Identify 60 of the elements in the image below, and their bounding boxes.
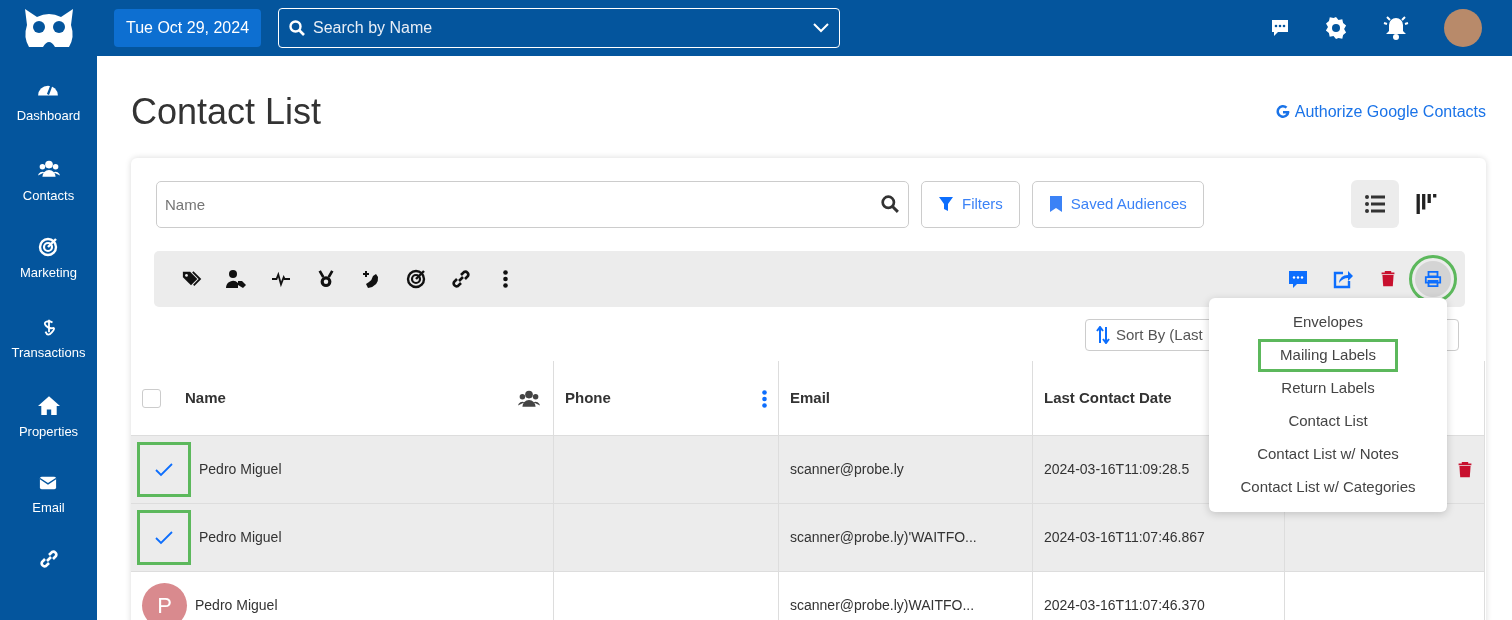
table-cell: 2024-03-16T11:07:46.370 [1033,572,1285,620]
medal-icon [316,269,335,289]
row-checkbox[interactable] [137,442,191,497]
target-icon [38,237,59,257]
more-icon [762,389,767,408]
search-icon [881,194,899,213]
pulse-icon [269,270,292,288]
g-logo-icon [1274,104,1291,120]
sidebar-item[interactable]: Properties [18,394,79,442]
date-button[interactable]: Tue Oct 29, 2024 [114,9,262,47]
table-cell: scanner@probe.ly)'WAITFO... [779,504,1033,572]
table-cell: scanner@probe.ly [779,436,1033,504]
saved-audiences-button[interactable]: Saved Audiences [1031,180,1204,228]
print-menu-item[interactable]: Envelopes [1270,306,1386,339]
sidebar-item[interactable]: Dashboard [16,78,81,126]
house-icon [36,394,61,416]
search-icon [289,20,306,36]
view-toggle-button[interactable] [1351,180,1399,228]
list-view-icon [1364,194,1386,214]
column-header: Phone [565,387,611,408]
column-header: Name [185,387,226,408]
sort-icon [1096,326,1110,344]
sidebar-item[interactable]: Marketing [19,237,78,283]
settings-icon[interactable] [1324,16,1348,40]
contact-name: Pedro Miguel [199,528,282,547]
table-cell: 2024-03-16T11:07:46.867 [1033,504,1285,572]
more-icon [503,270,508,288]
table-cell: scanner@probe.ly)WAITFO... [779,572,1033,620]
share-icon [1333,269,1353,289]
authorize-google-link[interactable]: Authorize Google Contacts [1274,100,1486,124]
sidebar-item[interactable]: Transactions [11,314,86,362]
bookmark-icon [1048,195,1063,213]
select-all-checkbox[interactable] [142,388,161,408]
row-checkbox[interactable] [137,510,191,565]
sidebar-item[interactable]: Contacts [22,157,75,205]
name-search-field[interactable]: Name [156,180,909,228]
bell-icon[interactable] [1382,15,1410,41]
contact-name: Pedro Miguel [195,596,278,615]
phone-plus-icon [360,269,381,289]
user-tag-icon [224,269,247,289]
check-icon [155,462,173,477]
target-icon [405,269,426,289]
link-icon[interactable] [38,549,59,569]
print-icon [1424,270,1442,288]
comment-icon [1288,269,1308,289]
link-icon [450,269,471,289]
page-title: Contact List [131,90,322,134]
filter-icon [938,196,954,212]
chat-icon[interactable] [1270,18,1290,38]
name-search-dropdown[interactable]: Search by Name [278,8,841,48]
sidebar-item[interactable]: Email [32,473,65,517]
chevron-down-icon [813,23,830,33]
contact-name: Pedro Miguel [199,460,282,479]
board-view-icon [1415,193,1439,215]
delete-icon [1457,461,1473,480]
check-icon [155,530,173,545]
filters-button[interactable]: Filters [921,180,1020,228]
contact-avatar: P [142,583,187,620]
user-avatar[interactable] [1444,9,1482,47]
delete-icon [1380,270,1396,288]
